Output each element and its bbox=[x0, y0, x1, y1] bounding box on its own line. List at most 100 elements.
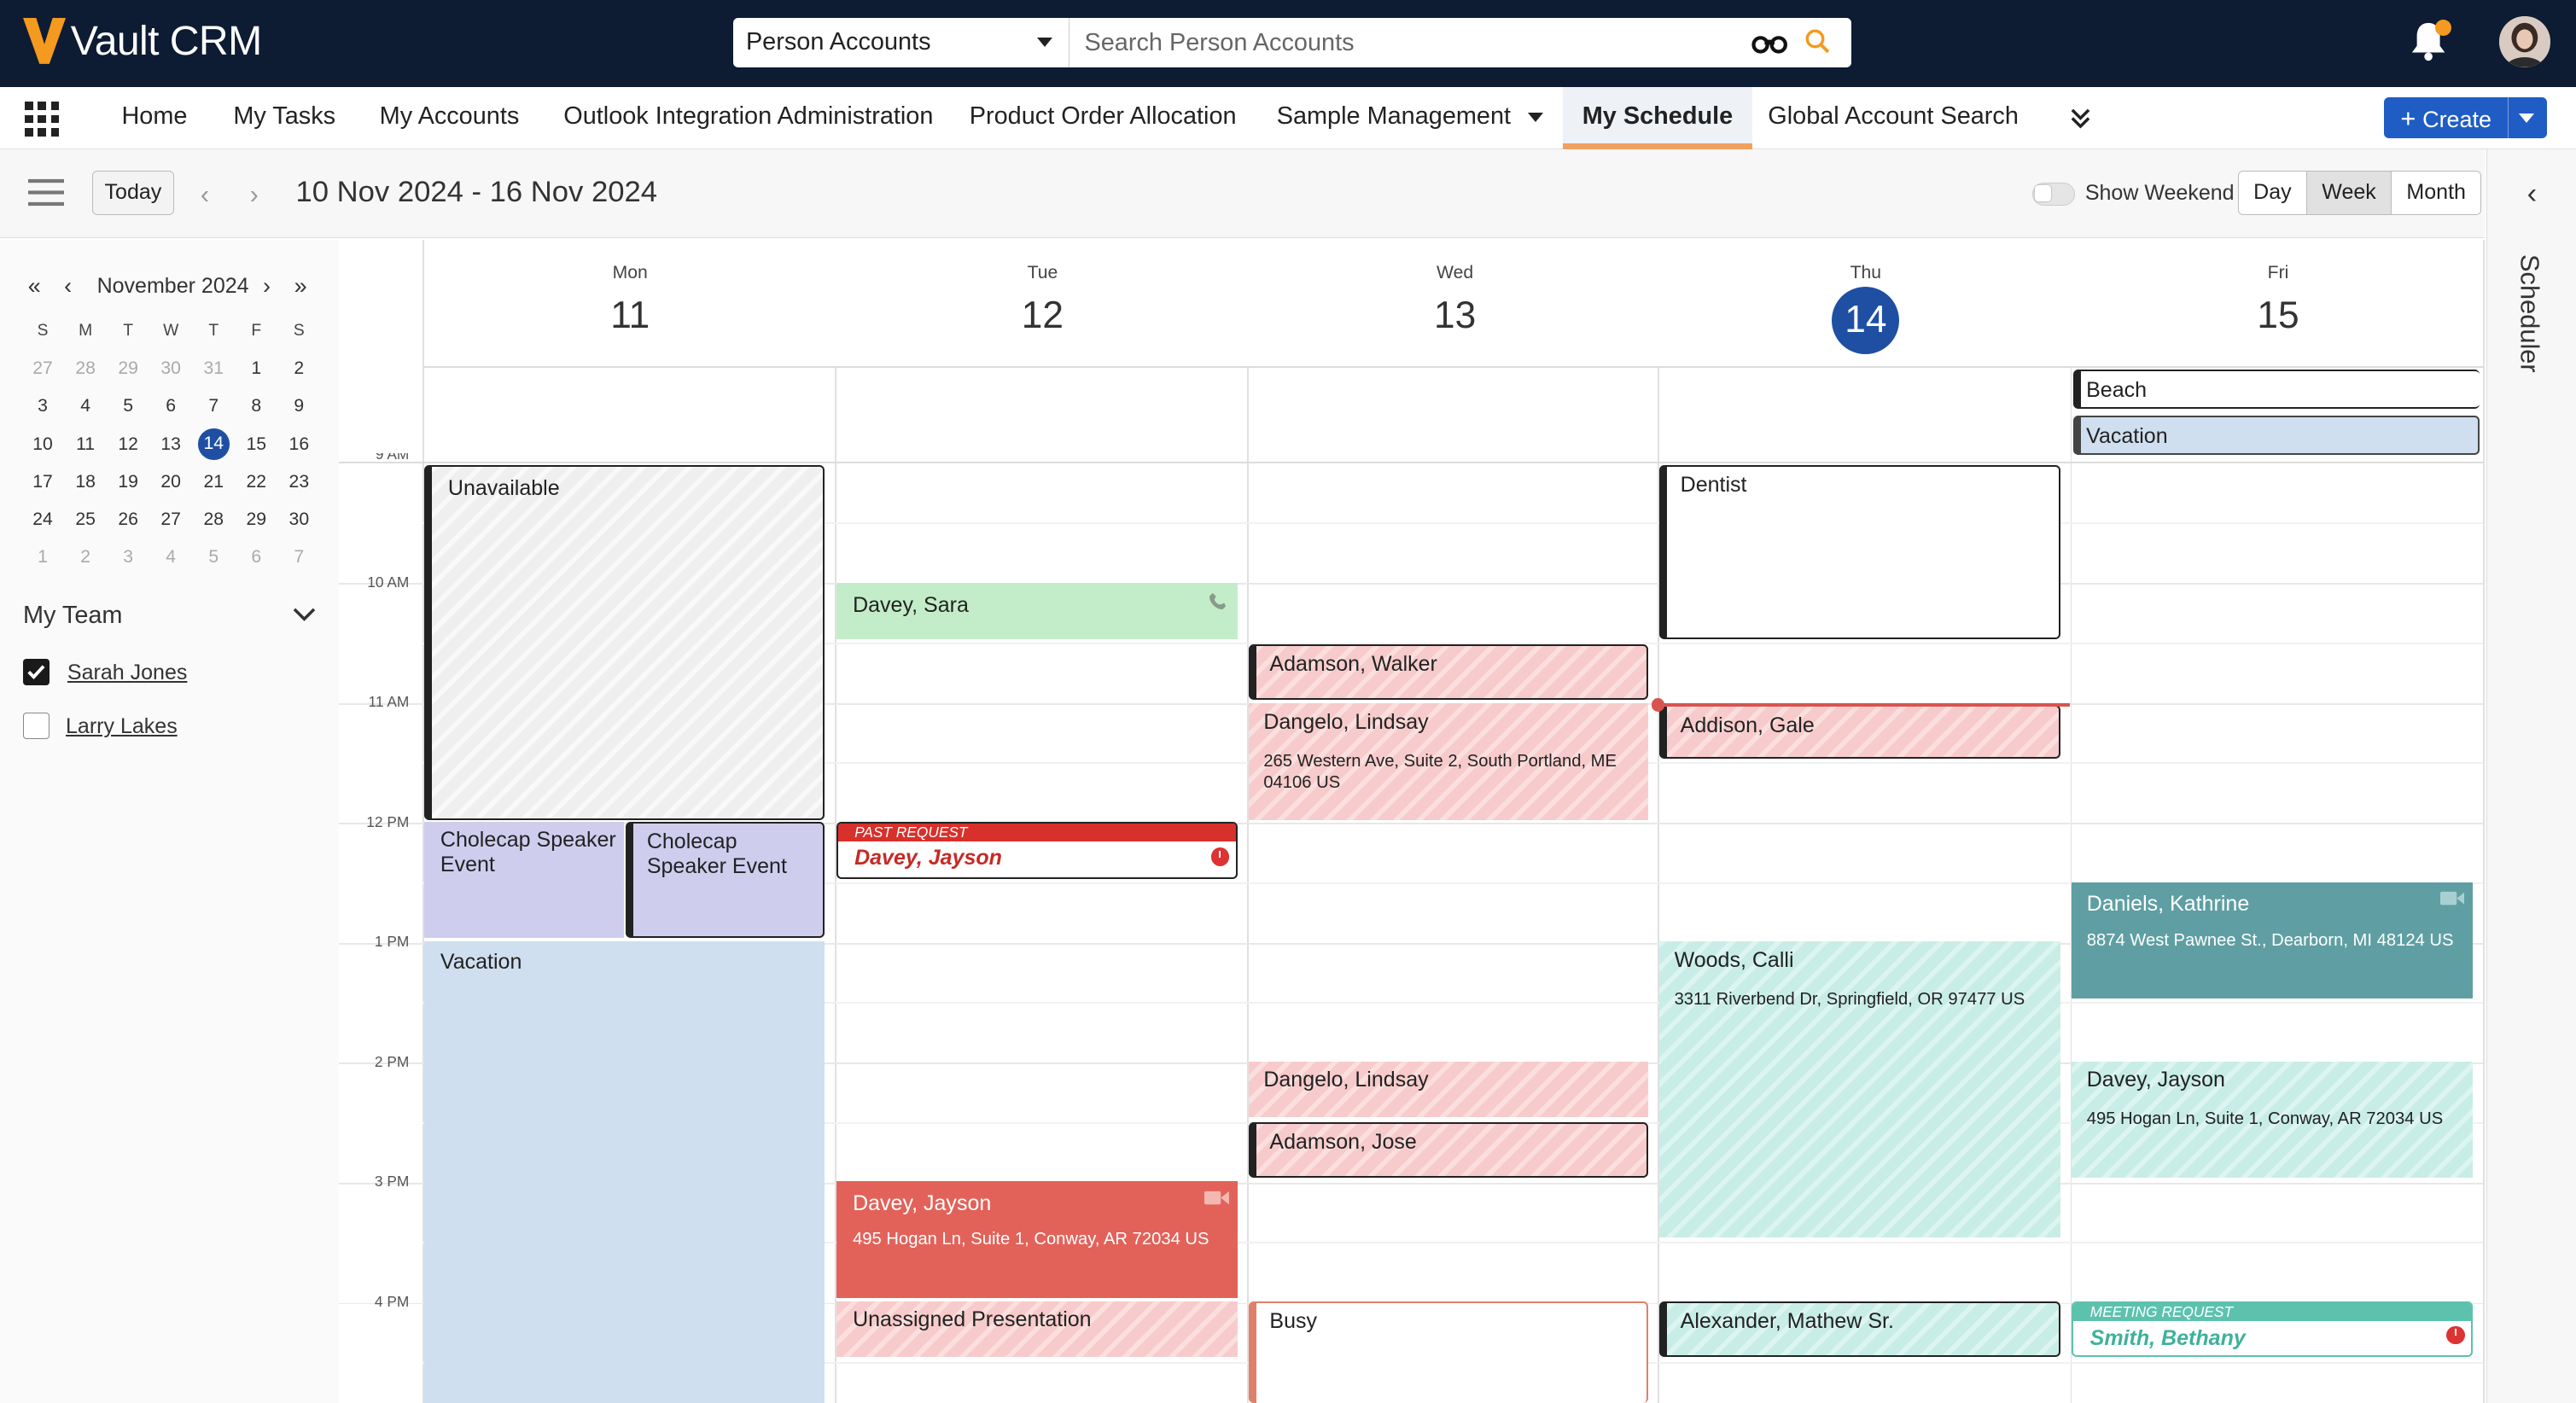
view-day-button[interactable]: Day bbox=[2239, 172, 2307, 215]
mini-calendar-day[interactable]: 12 bbox=[107, 426, 149, 463]
day-header-thu[interactable]: Thu 14 bbox=[1659, 240, 2072, 368]
create-menu-caret-icon[interactable] bbox=[2519, 113, 2535, 123]
mini-calendar-day[interactable]: 11 bbox=[64, 426, 107, 463]
day-header-fri[interactable]: Fri 15 bbox=[2072, 240, 2484, 368]
scheduler-label[interactable]: Scheduler bbox=[2514, 254, 2544, 373]
team-member-sarah-jones[interactable]: Sarah Jones bbox=[67, 661, 187, 685]
view-month-button[interactable]: Month bbox=[2392, 172, 2480, 214]
next-month-icon[interactable]: › bbox=[263, 273, 271, 300]
event-woods-calli[interactable]: Woods, Calli 3311 Riverbend Dr, Springfi… bbox=[1659, 941, 2060, 1237]
mini-calendar-day[interactable]: 9 bbox=[277, 387, 320, 425]
team-checkbox-sarah-jones[interactable] bbox=[22, 658, 50, 685]
nav-sample-management[interactable]: Sample Management bbox=[1277, 87, 1543, 149]
more-tabs-chevron-icon[interactable] bbox=[2069, 107, 2092, 130]
mini-calendar-day[interactable]: 23 bbox=[277, 463, 320, 501]
mini-calendar-day[interactable]: 27 bbox=[149, 501, 192, 538]
today-button[interactable]: Today bbox=[91, 171, 175, 216]
nav-outlook-integration-admin[interactable]: Outlook Integration Administration bbox=[563, 87, 933, 149]
mini-calendar-day[interactable]: 6 bbox=[149, 387, 192, 425]
mini-calendar-day[interactable]: 24 bbox=[21, 501, 64, 538]
mini-calendar-day[interactable]: 6 bbox=[235, 538, 277, 576]
previous-year-icon[interactable]: « bbox=[28, 273, 41, 300]
view-week-button[interactable]: Week bbox=[2306, 172, 2392, 215]
event-meeting-request-smith-bethany[interactable]: MEETING REQUEST Smith, Bethany bbox=[2072, 1301, 2474, 1358]
event-adamson-jose[interactable]: Adamson, Jose bbox=[1249, 1121, 1648, 1179]
event-vacation-allday[interactable]: Vacation bbox=[2073, 416, 2480, 456]
mini-calendar-day[interactable]: 30 bbox=[149, 350, 192, 387]
hamburger-menu-icon[interactable] bbox=[27, 178, 65, 207]
event-addison-gale[interactable]: Addison, Gale bbox=[1659, 704, 2060, 760]
search-icon[interactable] bbox=[1804, 28, 1831, 55]
event-cholecap-speaker-2[interactable]: Cholecap Speaker Event bbox=[626, 821, 825, 939]
binoculars-icon[interactable] bbox=[1751, 32, 1787, 55]
mini-calendar-day[interactable]: 3 bbox=[107, 538, 149, 576]
day-header-wed[interactable]: Wed 13 bbox=[1249, 240, 1661, 368]
team-checkbox-larry-lakes[interactable] bbox=[22, 713, 50, 740]
mini-calendar-day[interactable]: 29 bbox=[235, 501, 277, 538]
mini-calendar-day[interactable]: 21 bbox=[192, 463, 235, 501]
mini-calendar-day[interactable]: 29 bbox=[107, 350, 149, 387]
mini-calendar-day[interactable]: 3 bbox=[21, 387, 64, 425]
event-unavailable[interactable]: Unavailable bbox=[423, 464, 825, 820]
next-week-chevron-icon[interactable]: › bbox=[250, 179, 259, 210]
mini-calendar-day[interactable]: 8 bbox=[235, 387, 277, 425]
mini-calendar-day[interactable]: 25 bbox=[64, 501, 107, 538]
mini-calendar-day[interactable]: 20 bbox=[149, 463, 192, 501]
mini-calendar-day[interactable]: 26 bbox=[107, 501, 149, 538]
expand-scheduler-chevron-icon[interactable]: ‹ bbox=[2527, 178, 2538, 211]
search-object-select[interactable]: Person Accounts bbox=[733, 18, 1070, 67]
nav-my-tasks[interactable]: My Tasks bbox=[233, 87, 335, 149]
nav-my-accounts[interactable]: My Accounts bbox=[380, 87, 520, 149]
app-launcher-icon[interactable] bbox=[24, 102, 60, 137]
day-header-tue[interactable]: Tue 12 bbox=[836, 240, 1249, 368]
event-davey-sara[interactable]: Davey, Sara bbox=[836, 583, 1238, 639]
nav-product-order-allocation[interactable]: Product Order Allocation bbox=[970, 87, 1237, 149]
mini-calendar-day[interactable]: 7 bbox=[277, 538, 320, 576]
mini-calendar-day[interactable]: 28 bbox=[64, 350, 107, 387]
event-dentist[interactable]: Dentist bbox=[1659, 464, 2060, 639]
mini-calendar-day[interactable]: 22 bbox=[235, 463, 277, 501]
event-alexander-mathew[interactable]: Alexander, Mathew Sr. bbox=[1659, 1301, 2060, 1358]
event-past-request-davey-jayson[interactable]: PAST REQUEST Davey, Jayson bbox=[836, 821, 1238, 879]
team-member-larry-lakes[interactable]: Larry Lakes bbox=[66, 714, 178, 739]
mini-calendar-day[interactable]: 31 bbox=[192, 350, 235, 387]
nav-my-schedule[interactable]: My Schedule bbox=[1562, 87, 1753, 150]
event-daniels-kathrine[interactable]: Daniels, Kathrine 8874 West Pawnee St., … bbox=[2072, 882, 2474, 999]
mini-calendar-day[interactable]: 14 bbox=[192, 426, 235, 463]
event-unassigned-presentation[interactable]: Unassigned Presentation bbox=[836, 1301, 1238, 1358]
mini-calendar-day[interactable]: 27 bbox=[21, 350, 64, 387]
event-dangelo-lindsay-2[interactable]: Dangelo, Lindsay bbox=[1249, 1061, 1648, 1117]
previous-week-chevron-icon[interactable]: ‹ bbox=[201, 179, 209, 210]
chevron-down-icon[interactable] bbox=[293, 606, 316, 622]
next-year-icon[interactable]: » bbox=[294, 273, 307, 300]
mini-calendar-day[interactable]: 18 bbox=[64, 463, 107, 501]
event-beach[interactable]: Beach bbox=[2073, 370, 2480, 410]
event-davey-jayson-tue[interactable]: Davey, Jayson 495 Hogan Ln, Suite 1, Con… bbox=[836, 1181, 1238, 1298]
mini-calendar-day[interactable]: 17 bbox=[21, 463, 64, 501]
mini-calendar-day[interactable]: 2 bbox=[277, 350, 320, 387]
event-adamson-walker[interactable]: Adamson, Walker bbox=[1249, 643, 1648, 701]
mini-calendar-day[interactable]: 5 bbox=[107, 387, 149, 425]
mini-calendar-day[interactable]: 30 bbox=[277, 501, 320, 538]
search-input[interactable] bbox=[1071, 18, 1729, 67]
event-cholecap-speaker-1[interactable]: Cholecap Speaker Event bbox=[423, 821, 625, 939]
mini-calendar-day[interactable]: 16 bbox=[277, 426, 320, 463]
user-avatar[interactable] bbox=[2498, 16, 2550, 67]
nav-home[interactable]: Home bbox=[121, 87, 187, 149]
mini-calendar-day[interactable]: 4 bbox=[149, 538, 192, 576]
mini-calendar-day[interactable]: 1 bbox=[235, 350, 277, 387]
mini-calendar-day[interactable]: 5 bbox=[192, 538, 235, 576]
day-header-mon[interactable]: Mon 11 bbox=[424, 240, 836, 368]
event-dangelo-lindsay[interactable]: Dangelo, Lindsay 265 Western Ave, Suite … bbox=[1249, 702, 1648, 820]
mini-calendar-day[interactable]: 19 bbox=[107, 463, 149, 501]
mini-calendar-day[interactable]: 13 bbox=[149, 426, 192, 463]
mini-calendar-day[interactable]: 4 bbox=[64, 387, 107, 425]
event-vacation-monday[interactable]: Vacation bbox=[423, 941, 825, 1403]
show-weekend-toggle[interactable] bbox=[2032, 182, 2076, 206]
nav-global-account-search[interactable]: Global Account Search bbox=[1768, 87, 2019, 149]
mini-calendar-day[interactable]: 1 bbox=[21, 538, 64, 576]
mini-calendar-day[interactable]: 15 bbox=[235, 426, 277, 463]
create-button[interactable]: + Create bbox=[2384, 96, 2547, 138]
mini-calendar-day[interactable]: 10 bbox=[21, 426, 64, 463]
event-davey-jayson-fri[interactable]: Davey, Jayson 495 Hogan Ln, Suite 1, Con… bbox=[2072, 1061, 2474, 1179]
